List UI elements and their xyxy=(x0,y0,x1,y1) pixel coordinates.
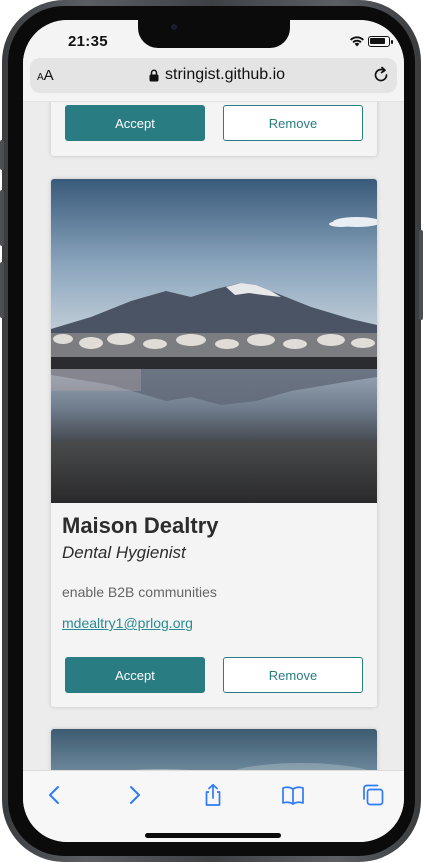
card-job-title: Dental Hygienist xyxy=(62,543,186,562)
lock-icon xyxy=(149,69,159,82)
mute-switch xyxy=(0,140,4,170)
url-text[interactable]: stringist.github.io xyxy=(165,66,285,84)
user-card: Maison Dealtry Dental Hygienist enable B… xyxy=(51,179,377,707)
wifi-icon xyxy=(350,36,364,47)
card-name: Maison Dealtry xyxy=(62,513,219,538)
browser-toolbar xyxy=(23,770,404,842)
remove-button[interactable]: Remove xyxy=(223,657,363,693)
address-bar[interactable]: AA stringist.github.io xyxy=(30,58,397,93)
accept-button[interactable]: Accept xyxy=(65,657,205,693)
forward-icon[interactable] xyxy=(122,783,146,807)
share-icon[interactable] xyxy=(201,783,225,807)
tabs-icon[interactable] xyxy=(361,783,385,807)
home-indicator[interactable] xyxy=(145,833,281,838)
card-description: enable B2B communities xyxy=(62,584,217,600)
power-button xyxy=(419,230,423,320)
accept-button[interactable]: Accept xyxy=(65,105,205,141)
battery-icon xyxy=(368,36,393,47)
camera xyxy=(171,24,177,30)
mountain-lake-photo xyxy=(51,179,377,503)
card-photo xyxy=(51,179,377,503)
remove-button[interactable]: Remove xyxy=(223,105,363,141)
phone-frame: 21:35 AA stringist.github.io Accept Remo… xyxy=(0,0,423,862)
text-size-button[interactable]: AA xyxy=(37,67,54,84)
screen: 21:35 AA stringist.github.io Accept Remo… xyxy=(23,20,404,842)
notch xyxy=(138,20,290,48)
back-icon[interactable] xyxy=(43,783,67,807)
bookmarks-icon[interactable] xyxy=(281,783,305,807)
volume-up-button xyxy=(0,190,4,246)
volume-down-button xyxy=(0,262,4,318)
card-email-link[interactable]: mdealtry1@prlog.org xyxy=(62,615,193,631)
page-content[interactable]: Accept Remove Maison Dealtry Dental Hygi… xyxy=(23,102,404,792)
status-time: 21:35 xyxy=(68,33,108,50)
reload-icon[interactable] xyxy=(372,66,390,84)
user-card: Accept Remove xyxy=(51,102,377,156)
browser-address-area: AA stringist.github.io xyxy=(23,58,404,102)
